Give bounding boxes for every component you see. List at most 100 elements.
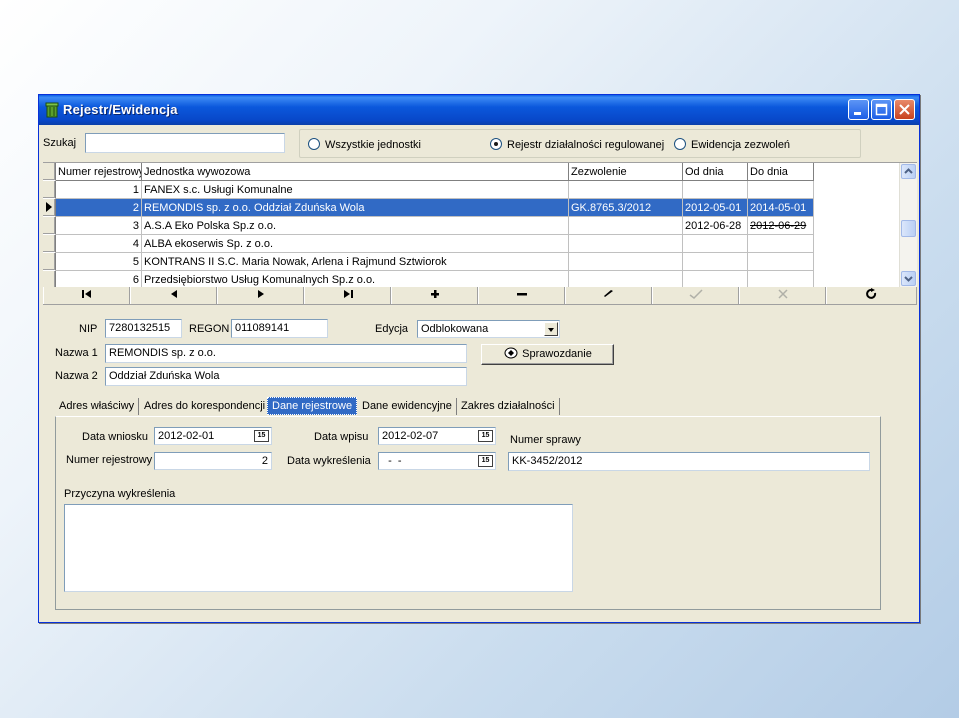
- maximize-button[interactable]: [871, 99, 892, 120]
- tab-dane-ewidencyjne[interactable]: Dane ewidencyjne: [358, 398, 457, 415]
- cell-numer[interactable]: 1: [56, 181, 142, 199]
- table-row[interactable]: 5 KONTRANS II S.C. Maria Nowak, Arlena i …: [43, 253, 815, 271]
- grid-vertical-scrollbar[interactable]: [899, 163, 917, 287]
- column-header-numer[interactable]: Numer rejestrowy: [56, 163, 142, 181]
- nav-edit-button[interactable]: [565, 287, 652, 304]
- cell-zezwolenie[interactable]: GK.8765.3/2012: [569, 199, 683, 217]
- table-row[interactable]: 6 Przedsiębiorstwo Usług Komunalnych Sp.z…: [43, 271, 815, 287]
- cell-do-dnia[interactable]: [748, 235, 814, 253]
- edycja-combobox[interactable]: Odblokowana: [417, 320, 560, 338]
- nav-refresh-button[interactable]: [826, 287, 917, 304]
- calendar-icon[interactable]: 15: [254, 430, 269, 442]
- cell-do-dnia[interactable]: [748, 181, 814, 199]
- data-wniosku-label: Data wniosku: [82, 431, 149, 443]
- cell-od-dnia[interactable]: 2012-05-01: [683, 199, 748, 217]
- cell-numer[interactable]: 2: [56, 199, 142, 217]
- cell-od-dnia[interactable]: [683, 235, 748, 253]
- table-row[interactable]: 4 ALBA ekoserwis Sp. z o.o.: [43, 235, 815, 253]
- data-wpisu-value: 2012-02-07: [382, 430, 439, 442]
- table-row[interactable]: 1 FANEX s.c. Usługi Komunalne: [43, 181, 815, 199]
- sprawozdanie-button[interactable]: Sprawozdanie: [481, 344, 614, 365]
- nav-insert-button[interactable]: [391, 287, 478, 304]
- close-button[interactable]: [894, 99, 915, 120]
- cell-od-dnia[interactable]: [683, 253, 748, 271]
- calendar-icon[interactable]: 15: [478, 430, 493, 442]
- row-indicator[interactable]: [43, 199, 56, 217]
- table-row[interactable]: 3 A.S.A Eko Polska Sp.z o.o. 2012-06-28 201…: [43, 217, 815, 235]
- cell-zezwolenie[interactable]: [569, 271, 683, 287]
- data-wpisu-label: Data wpisu: [314, 431, 369, 443]
- cell-jednostka[interactable]: ALBA ekoserwis Sp. z o.o.: [142, 235, 569, 253]
- tab-dane-rejestrowe[interactable]: Dane rejestrowe: [267, 397, 358, 415]
- nav-delete-button[interactable]: [478, 287, 565, 304]
- nazwa2-field[interactable]: Oddział Zduńska Wola: [105, 367, 467, 386]
- nav-post-button[interactable]: [652, 287, 739, 304]
- nazwa1-field[interactable]: REMONDIS sp. z o.o.: [105, 344, 467, 363]
- row-indicator[interactable]: [43, 271, 56, 287]
- cell-do-dnia[interactable]: 2012-06-29: [748, 217, 814, 235]
- row-indicator[interactable]: [43, 253, 56, 271]
- table-row[interactable]: 2 REMONDIS sp. z o.o. Oddział Zduńska Wol…: [43, 199, 815, 217]
- cell-zezwolenie[interactable]: [569, 253, 683, 271]
- data-wniosku-value: 2012-02-01: [158, 430, 215, 442]
- maximize-icon: [875, 103, 888, 116]
- data-wykreslenia-field[interactable]: - - 15: [378, 452, 496, 470]
- scroll-up-button[interactable]: [901, 164, 916, 179]
- data-wpisu-field[interactable]: 2012-02-07 15: [378, 427, 496, 445]
- column-header-do-dnia[interactable]: Do dnia: [748, 163, 814, 181]
- cell-od-dnia[interactable]: [683, 181, 748, 199]
- scroll-thumb[interactable]: [901, 220, 916, 237]
- cell-zezwolenie[interactable]: [569, 217, 683, 235]
- row-indicator[interactable]: [43, 235, 56, 253]
- tab-zakres-dzialalnosci[interactable]: Zakres działalności: [457, 398, 560, 415]
- data-wniosku-field[interactable]: 2012-02-01 15: [154, 427, 272, 445]
- nav-prior-button[interactable]: [130, 287, 217, 304]
- radio-all-units[interactable]: Wszystkie jednostki: [308, 138, 421, 151]
- column-header-od-dnia[interactable]: Od dnia: [683, 163, 748, 181]
- radio-permits-record[interactable]: Ewidencja zezwoleń: [674, 138, 790, 151]
- nav-next-button[interactable]: [217, 287, 304, 304]
- current-row-arrow-icon: [46, 202, 52, 212]
- column-header-zezwolenie[interactable]: Zezwolenie: [569, 163, 683, 181]
- nav-last-button[interactable]: [304, 287, 391, 304]
- cell-jednostka[interactable]: Przedsiębiorstwo Usług Komunalnych Sp.z …: [142, 271, 569, 287]
- przyczyna-textarea[interactable]: [64, 504, 573, 592]
- nip-field[interactable]: 7280132515: [105, 319, 182, 338]
- radio-regulated-register[interactable]: Rejestr działalności regulowanej: [490, 138, 664, 151]
- cell-zezwolenie[interactable]: [569, 235, 683, 253]
- nav-cancel-button[interactable]: [739, 287, 826, 304]
- cell-jednostka[interactable]: A.S.A Eko Polska Sp.z o.o.: [142, 217, 569, 235]
- units-grid[interactable]: Numer rejestrowy Jednostka wywozowa Zezw…: [43, 162, 917, 288]
- cell-jednostka[interactable]: FANEX s.c. Usługi Komunalne: [142, 181, 569, 199]
- tab-adres-wlasciwy[interactable]: Adres właściwy: [55, 398, 140, 415]
- cell-do-dnia[interactable]: [748, 271, 814, 287]
- cell-od-dnia[interactable]: 2012-06-28: [683, 217, 748, 235]
- cell-numer[interactable]: 6: [56, 271, 142, 287]
- column-header-jednostka[interactable]: Jednostka wywozowa: [142, 163, 569, 181]
- cell-jednostka[interactable]: KONTRANS II S.C. Maria Nowak, Arlena i R…: [142, 253, 569, 271]
- cell-od-dnia[interactable]: [683, 271, 748, 287]
- minimize-button[interactable]: [848, 99, 869, 120]
- cancel-icon: [777, 289, 788, 299]
- nav-first-button[interactable]: [43, 287, 130, 304]
- numer-sprawy-field[interactable]: KK-3452/2012: [508, 452, 870, 471]
- chevron-down-icon[interactable]: [544, 322, 558, 336]
- regon-field[interactable]: 011089141: [231, 319, 328, 338]
- row-indicator[interactable]: [43, 181, 56, 199]
- report-icon: [504, 347, 518, 359]
- cell-do-dnia[interactable]: 2014-05-01: [748, 199, 814, 217]
- cell-jednostka[interactable]: REMONDIS sp. z o.o. Oddział Zduńska Wola: [142, 199, 569, 217]
- cell-do-dnia[interactable]: [748, 253, 814, 271]
- cell-numer[interactable]: 4: [56, 235, 142, 253]
- scroll-down-button[interactable]: [901, 271, 916, 286]
- cell-numer[interactable]: 3: [56, 217, 142, 235]
- row-indicator[interactable]: [43, 217, 56, 235]
- cell-numer[interactable]: 5: [56, 253, 142, 271]
- edycja-label: Edycja: [375, 323, 409, 335]
- title-bar[interactable]: Rejestr/Ewidencja: [39, 95, 919, 125]
- numer-rejestrowy-field[interactable]: 2: [154, 452, 272, 470]
- tab-adres-korespondencji[interactable]: Adres do korespondencji: [140, 398, 271, 415]
- search-input[interactable]: [85, 133, 285, 153]
- calendar-icon[interactable]: 15: [478, 455, 493, 467]
- cell-zezwolenie[interactable]: [569, 181, 683, 199]
